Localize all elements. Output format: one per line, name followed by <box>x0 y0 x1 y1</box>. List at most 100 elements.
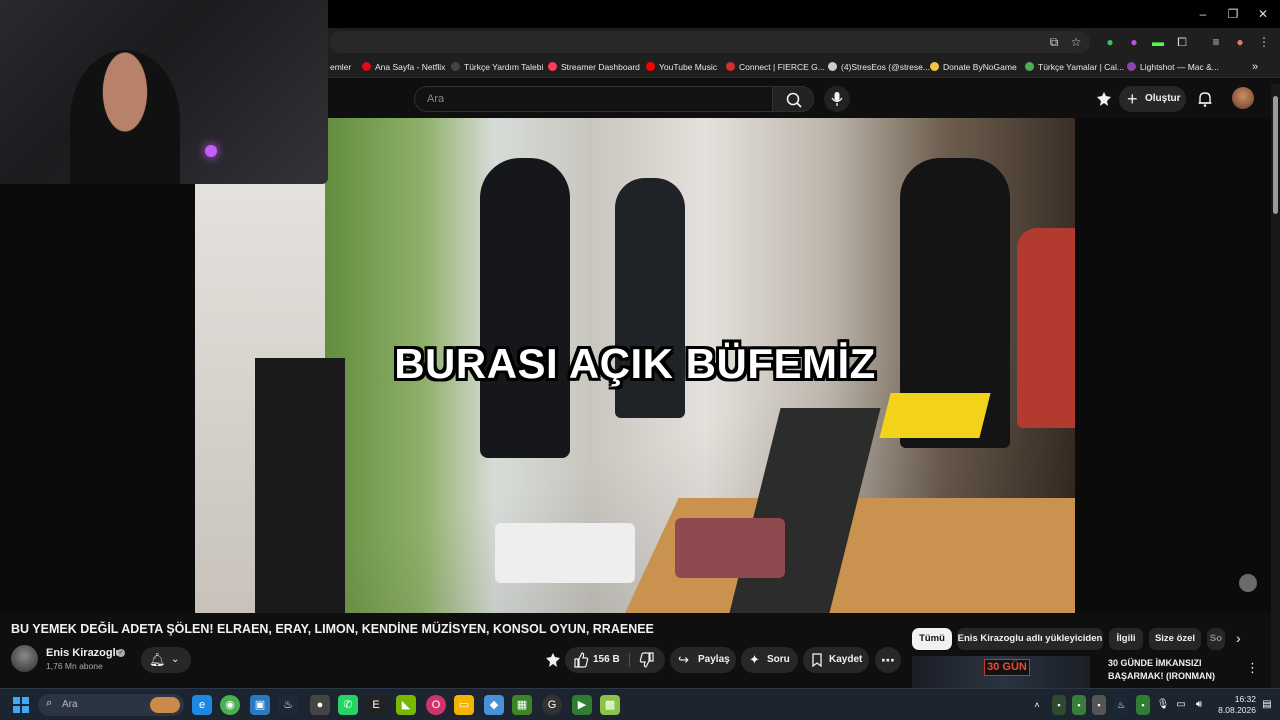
chip-related[interactable]: İlgili <box>1109 628 1143 650</box>
github-desktop-icon[interactable]: G <box>542 695 562 715</box>
clock-date: 8.08.2026 <box>1218 705 1256 715</box>
tray-expand-icon[interactable]: ˄ <box>1030 695 1044 715</box>
taskbar-search[interactable]: ⌕ Ara <box>38 694 184 716</box>
extension-shield-icon[interactable]: ● <box>1102 34 1118 50</box>
whatsapp-icon[interactable]: ✆ <box>338 695 358 715</box>
threads-icon <box>828 62 837 71</box>
address-bar[interactable] <box>330 31 1090 53</box>
studio-icon[interactable] <box>1096 91 1112 107</box>
chip-truncated[interactable]: So <box>1207 628 1225 650</box>
browser-menu-icon[interactable]: ⋮ <box>1256 34 1272 50</box>
ask-button[interactable]: ✦ Soru <box>741 647 798 673</box>
chip-for-you[interactable]: Size özel <box>1149 628 1201 650</box>
scrollbar-thumb[interactable] <box>1273 96 1278 214</box>
bookmark-item[interactable]: Ana Sayfa - Netflix <box>362 60 445 74</box>
voice-search-button[interactable] <box>824 86 850 112</box>
save-button[interactable]: Kaydet <box>803 647 869 673</box>
app-icon[interactable]: ◆ <box>484 695 504 715</box>
opera-icon[interactable]: O <box>426 695 446 715</box>
edge-icon[interactable]: e <box>192 695 212 715</box>
tray-nvidia-icon[interactable]: ▪ <box>1072 695 1086 715</box>
tray-app-icon[interactable]: ▪ <box>1092 695 1106 715</box>
windows-start-icon[interactable] <box>13 697 29 713</box>
more-vertical-icon[interactable]: ⋮ <box>1246 660 1259 675</box>
share-button[interactable]: ↪ Paylaş <box>670 647 736 673</box>
media-control-icon[interactable]: ≡ <box>1208 34 1224 50</box>
taskbar-clock[interactable]: 16:32 8.08.2026 <box>1212 694 1256 716</box>
extensions-puzzle-icon[interactable]: ⧠ <box>1174 34 1190 50</box>
search-button[interactable] <box>772 86 814 112</box>
profile-icon[interactable]: ● <box>1232 34 1248 50</box>
bookmark-item[interactable]: Streamer Dashboard <box>548 60 640 74</box>
subscribed-notifications-button[interactable]: 🔔︎ ⌄ <box>141 647 191 673</box>
restore-button[interactable]: ❐ <box>1218 4 1248 24</box>
minecraft-launcher-icon[interactable]: ▩ <box>600 695 620 715</box>
chevron-right-icon[interactable]: › <box>1236 630 1250 648</box>
tray-app-icon[interactable]: ▪ <box>1136 695 1150 715</box>
yellow-board <box>879 393 991 438</box>
bookmark-item[interactable]: Türkçe Yamalar | Cal... <box>1025 60 1124 74</box>
taskbar-search-placeholder: Ara <box>62 699 78 710</box>
fierce-icon <box>726 62 735 71</box>
netflix-icon <box>362 62 371 71</box>
bookmark-item[interactable]: Connect | FIERCE G... <box>726 60 825 74</box>
tray-app-icon[interactable]: ▪ <box>1052 695 1066 715</box>
tray-steam-icon[interactable]: ♨ <box>1114 695 1128 715</box>
recommended-thumbnail[interactable]: 30 GÜN <box>912 656 1090 688</box>
video-caption: BURASI AÇIK BÜFEMİZ <box>394 340 876 387</box>
chrome-icon[interactable]: ◉ <box>220 695 240 715</box>
chevron-down-icon: ⌄ <box>171 654 180 665</box>
volume-icon[interactable]: 🔊︎ <box>1192 695 1206 715</box>
tray-mic-icon[interactable]: 🎙︎ <box>1156 695 1170 715</box>
nvidia-icon[interactable]: ◣ <box>396 695 416 715</box>
obs-icon[interactable]: ● <box>310 695 330 715</box>
like-count: 156 B <box>593 654 620 665</box>
more-actions-button[interactable]: ⋯ <box>875 647 901 673</box>
bookmark-star-icon[interactable]: ☆ <box>1068 34 1084 50</box>
streamer-webcam <box>70 50 180 184</box>
bookmark-item[interactable]: Türkçe Yardım Talebi <box>451 60 543 74</box>
lightshot-icon <box>1127 62 1136 71</box>
minecraft-icon[interactable]: ▦ <box>512 695 532 715</box>
close-window-button[interactable]: ✕ <box>1248 4 1278 24</box>
search-icon: ⌕ <box>46 697 53 709</box>
notification-center-icon[interactable]: ▤ <box>1260 695 1274 715</box>
file-explorer-icon[interactable]: ▭ <box>454 695 474 715</box>
dislike-button[interactable] <box>639 647 655 682</box>
bookmark-item[interactable]: (4)StresEos (@strese... <box>828 60 930 74</box>
share-icon: ↪ <box>678 652 689 667</box>
create-button[interactable]: + Oluştur <box>1119 86 1186 112</box>
extension-purple-icon[interactable]: ● <box>1126 34 1142 50</box>
network-icon[interactable]: ▭ <box>1174 695 1188 715</box>
windows-taskbar: ⌕ Ara e ◉ ▣ ♨ ● ✆ E ◣ O ▭ ◆ ▦ G ▶ ▩ ˄ ▪ … <box>0 688 1280 720</box>
channel-name[interactable]: Enis Kirazoglu <box>46 647 122 659</box>
notifications-button[interactable] <box>1196 90 1214 108</box>
minimize-button[interactable]: – <box>1188 4 1218 24</box>
chip-from-uploader[interactable]: Enis Kirazoglu adlı yükleyiciden <box>957 628 1103 650</box>
studio-icon[interactable] <box>545 652 561 668</box>
recommended-title[interactable]: 30 GÜNDE İMKANSIZI BAŞARMAK! (IRONMAN) <box>1108 657 1238 683</box>
bookmark-item[interactable]: Donate ByNoGame <box>930 60 1017 74</box>
extension-green-icon[interactable]: ▬ <box>1150 34 1166 50</box>
channel-avatar[interactable] <box>11 645 38 672</box>
search-input[interactable]: Ara <box>414 86 772 112</box>
epic-games-icon[interactable]: E <box>366 695 386 715</box>
search-placeholder: Ara <box>427 93 445 105</box>
store-icon[interactable]: ▣ <box>250 695 270 715</box>
chip-all[interactable]: Tümü <box>912 628 952 650</box>
app-green-icon[interactable]: ▶ <box>572 695 592 715</box>
bookmark-item[interactable]: emler <box>330 60 351 74</box>
steam-icon[interactable]: ♨ <box>278 695 298 715</box>
like-divider <box>629 653 630 667</box>
video-player[interactable]: BURASI AÇIK BÜFEMİZ <box>195 118 1075 613</box>
bookmark-item[interactable]: YouTube Music <box>646 60 717 74</box>
account-avatar[interactable] <box>1232 87 1254 109</box>
like-dislike-group: 156 B <box>565 647 665 673</box>
bookmark-item[interactable]: Lightshot — Mac &... <box>1127 60 1219 74</box>
install-app-icon[interactable]: ⧉ <box>1046 34 1062 50</box>
streamer-icon <box>548 62 557 71</box>
search-icon <box>786 92 802 108</box>
right-blank-area <box>1075 118 1271 613</box>
more-bookmarks-button[interactable]: » <box>1252 60 1258 74</box>
like-button[interactable] <box>573 647 589 682</box>
